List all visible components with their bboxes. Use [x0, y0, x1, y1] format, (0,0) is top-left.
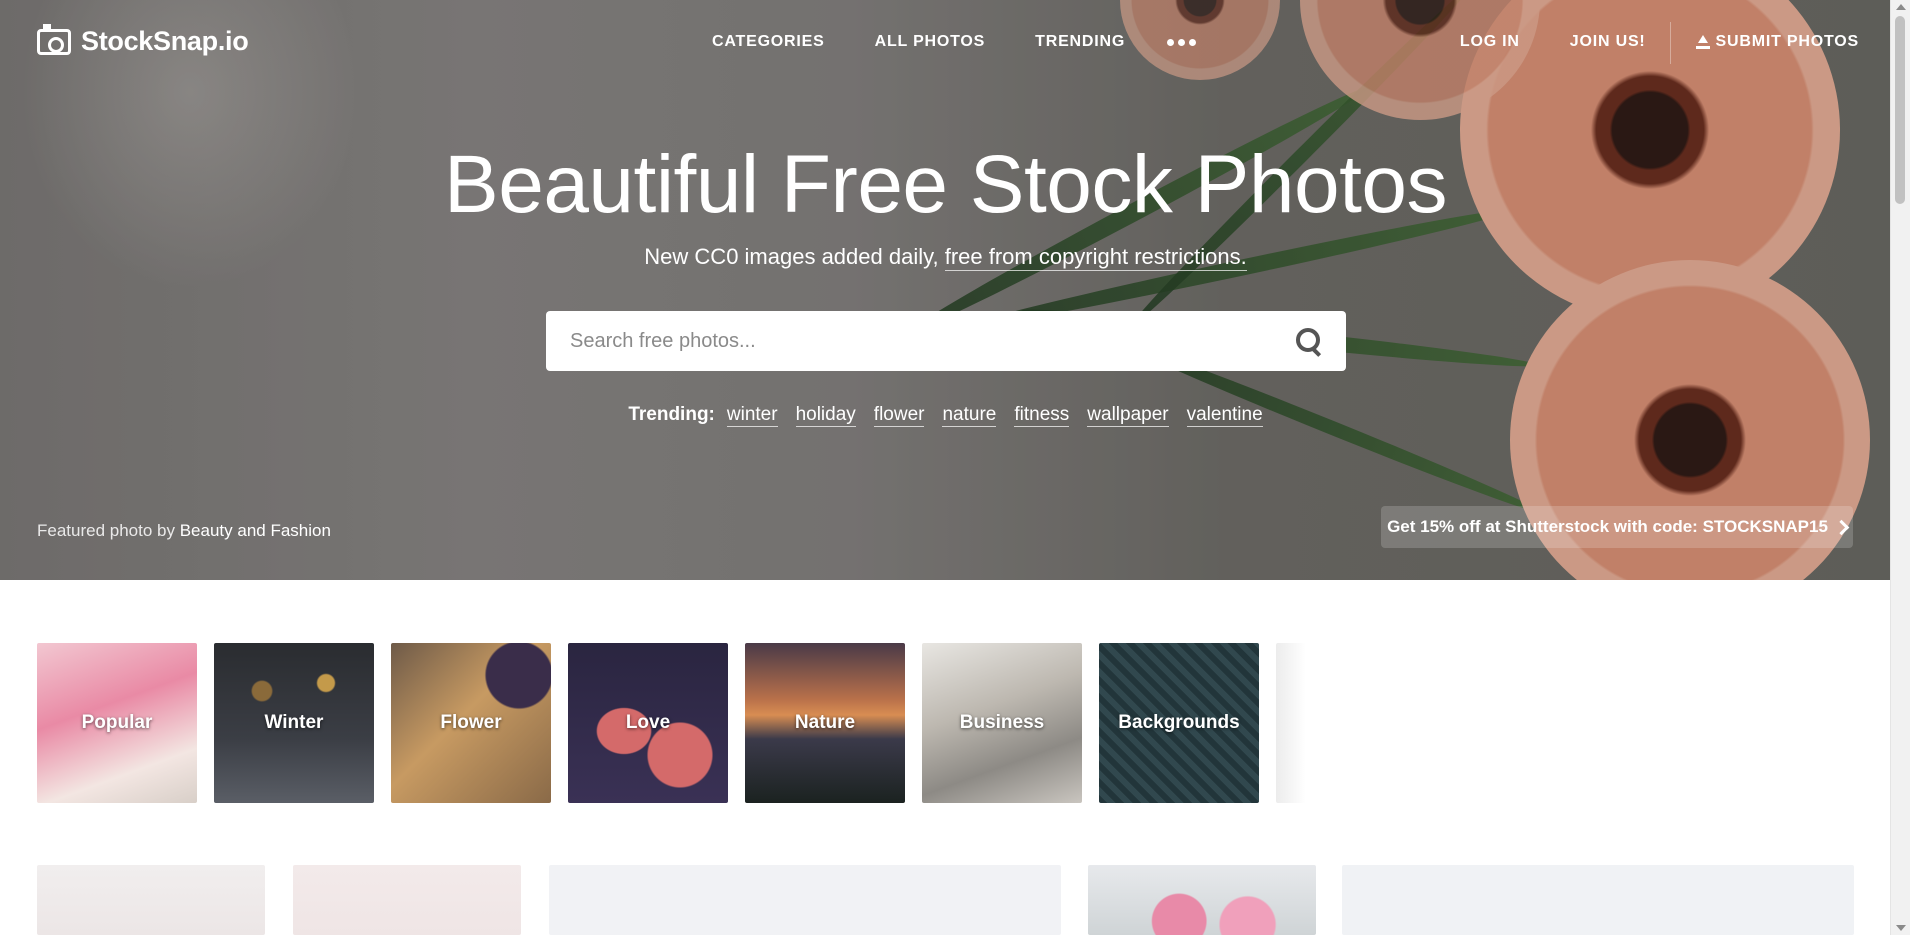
category-label: Flower [440, 712, 502, 733]
hero-subtitle: New CC0 images added daily, free from co… [0, 244, 1891, 271]
trending-tag[interactable]: valentine [1186, 404, 1263, 427]
trending-tag[interactable]: holiday [795, 404, 856, 427]
photo-thumb[interactable] [549, 865, 1061, 935]
scroll-down-icon[interactable] [1896, 925, 1906, 931]
category-label: Backgrounds [1118, 712, 1240, 733]
trending-tag[interactable]: nature [942, 404, 997, 427]
nav-trending[interactable]: TRENDING [1035, 33, 1125, 52]
promo-text: Get 15% off at Shutterstock with code: S… [1387, 517, 1828, 536]
scroll-up-icon[interactable] [1896, 4, 1906, 10]
copyright-link[interactable]: free from copyright restrictions. [944, 244, 1247, 271]
trending-tag[interactable]: flower [873, 404, 925, 427]
category-popular[interactable]: Popular [37, 643, 197, 803]
photo-thumb[interactable] [37, 865, 265, 935]
join-link[interactable]: JOIN US! [1570, 33, 1646, 51]
chevron-right-icon [1833, 519, 1850, 535]
photo-thumb[interactable] [1088, 865, 1316, 935]
submit-photos-button[interactable]: SUBMIT PHOTOS [1695, 33, 1859, 51]
category-label: Love [625, 712, 671, 733]
hero-banner: StockSnap.io CATEGORIES ALL PHOTOS TREND… [0, 0, 1891, 580]
photo-thumb[interactable] [293, 865, 521, 935]
category-label: Nature [794, 712, 856, 733]
category-label: Business [959, 712, 1045, 733]
category-love[interactable]: Love [568, 643, 728, 803]
trending-tag[interactable]: wallpaper [1087, 404, 1169, 427]
nav-center: CATEGORIES ALL PHOTOS TRENDING [712, 33, 1197, 52]
category-label: Winter [264, 712, 324, 733]
nav-all-photos[interactable]: ALL PHOTOS [875, 33, 986, 52]
category-flower[interactable]: Flower [391, 643, 551, 803]
search-icon[interactable] [1296, 328, 1322, 354]
photo-thumb[interactable] [1342, 865, 1854, 935]
trending-tag[interactable]: winter [726, 404, 778, 427]
category-business[interactable]: Business [922, 643, 1082, 803]
promo-button[interactable]: Get 15% off at Shutterstock with code: S… [1381, 506, 1853, 548]
search-input[interactable] [546, 311, 1266, 371]
nav-categories[interactable]: CATEGORIES [712, 33, 825, 52]
top-nav: StockSnap.io CATEGORIES ALL PHOTOS TREND… [0, 0, 1891, 86]
category-label: Popular [81, 712, 153, 733]
hero-overlay [0, 0, 1891, 580]
logo-text: StockSnap.io [81, 26, 249, 56]
camera-icon [37, 23, 71, 55]
search-bar [546, 311, 1346, 371]
scrollbar[interactable] [1890, 0, 1910, 935]
featured-prefix: Featured photo by [37, 521, 175, 540]
logo[interactable]: StockSnap.io [37, 23, 249, 57]
category-nature[interactable]: Nature [745, 643, 905, 803]
upload-icon [1695, 35, 1710, 49]
featured-author-link[interactable]: Beauty and Fashion [180, 521, 331, 540]
trending-tags: Trending: winter holiday flower nature f… [0, 404, 1891, 427]
trending-label: Trending: [628, 404, 715, 425]
subtitle-text: New CC0 images added daily, [644, 244, 945, 269]
category-backgrounds[interactable]: Backgrounds [1099, 643, 1259, 803]
page-title: Beautiful Free Stock Photos [444, 139, 1447, 230]
submit-photos-label: SUBMIT PHOTOS [1715, 33, 1859, 50]
featured-credit: Featured photo by Beauty and Fashion [37, 521, 331, 541]
category-strip: Popular Winter Flower Love Nature Busine… [37, 643, 1306, 803]
trending-tag[interactable]: fitness [1014, 404, 1070, 427]
nav-right: LOG IN JOIN US! SUBMIT PHOTOS [1460, 33, 1859, 51]
category-partial[interactable] [1276, 643, 1306, 803]
scroll-thumb[interactable] [1895, 16, 1905, 204]
login-link[interactable]: LOG IN [1460, 33, 1520, 51]
more-menu-icon[interactable] [1167, 33, 1197, 52]
category-winter[interactable]: Winter [214, 643, 374, 803]
